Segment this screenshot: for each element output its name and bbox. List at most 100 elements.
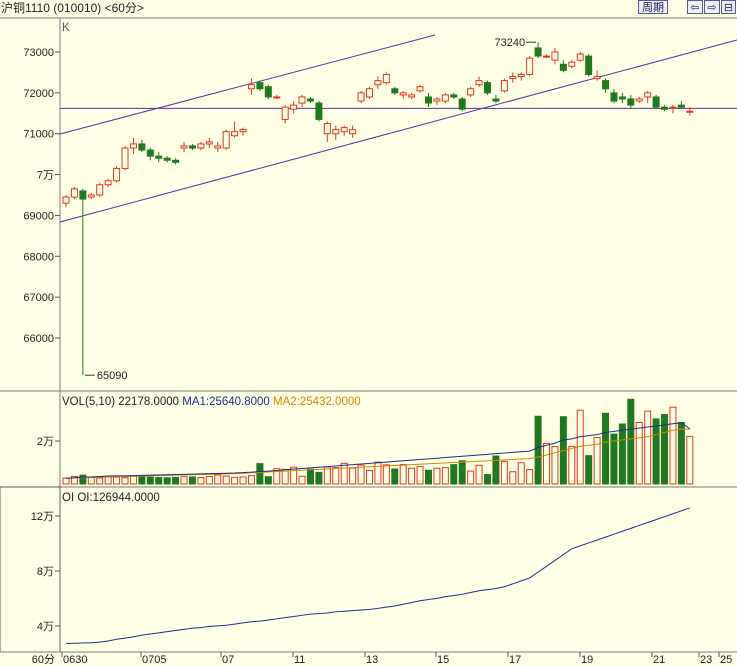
time-tick-label: 23 (700, 654, 712, 666)
oi-tick-label: 12万 (31, 511, 54, 523)
candle-body (188, 145, 196, 149)
volume-ma1: MA1:25640.8000 (182, 396, 270, 408)
price-tick-label: 68000 (23, 251, 54, 263)
volume-bar (644, 410, 652, 485)
candle-body (281, 106, 289, 120)
candle-body (576, 53, 584, 61)
candle-body (559, 63, 567, 71)
price-tick-label: 7万 (37, 170, 54, 182)
candle-body (340, 127, 348, 133)
time-tick-label: 0630 (63, 654, 87, 666)
volume-bar (424, 469, 432, 485)
volume-ma2: MA2:25432.0000 (273, 396, 361, 408)
candle-body (526, 57, 534, 75)
candle-body (62, 196, 70, 204)
volume-bar (315, 471, 323, 485)
volume-bar (669, 406, 677, 485)
candle-body (534, 47, 542, 57)
volume-info: VOL(5,10) 22178.0000 MA1:25640.8000 MA2:… (62, 395, 361, 409)
candle-body (155, 155, 163, 159)
candle-body (239, 129, 247, 133)
candle-body (273, 96, 281, 99)
candle-body (618, 96, 626, 100)
candle-body (214, 145, 222, 149)
candle-body (374, 80, 382, 86)
candle-body (433, 98, 441, 102)
volume-bar (197, 477, 205, 485)
volume-bar (450, 464, 458, 485)
volume-bars: 2万 (37, 398, 694, 485)
volume-bar (247, 475, 255, 485)
volume-bar (306, 468, 314, 485)
candle-body (231, 131, 239, 137)
oi-tick-label: 8万 (37, 566, 54, 578)
candle-body (500, 80, 508, 92)
time-axis: 60分 0630 0705 07 11 13 15 17 19 21 23 25 (32, 652, 732, 666)
volume-bar (62, 477, 70, 485)
time-tick-label: 17 (509, 654, 521, 666)
volume-bar (121, 477, 129, 485)
volume-bar (543, 442, 551, 485)
time-tick-label: 15 (437, 654, 449, 666)
candle-body (585, 55, 593, 75)
low-marker-label: 65090 (97, 370, 128, 382)
volume-bar (602, 412, 610, 485)
candle-body (391, 88, 399, 94)
trend-lines (59, 34, 737, 223)
candle-body (627, 98, 635, 106)
stock-chart-svg[interactable]: 73000 72000 71000 7万 69000 68000 67000 66000 73… (0, 0, 737, 666)
volume-bar (441, 467, 449, 485)
price-axis: 73000 72000 71000 7万 69000 68000 67000 66000 (23, 47, 60, 345)
volume-bar (500, 460, 508, 485)
volume-bar (214, 474, 222, 485)
time-tick-label: 0705 (142, 654, 166, 666)
volume-bar (340, 462, 348, 485)
volume-bar (652, 418, 660, 485)
volume-bar (332, 467, 340, 485)
candle-body (484, 82, 491, 94)
candle-body (306, 98, 314, 102)
candle-body (349, 129, 357, 135)
candle-body (450, 94, 458, 98)
price-tick-label: 66000 (23, 333, 54, 345)
volume-bar (298, 475, 306, 485)
volume-bar (408, 467, 416, 485)
time-tick-label: 19 (581, 654, 593, 666)
candle-body (644, 92, 652, 98)
candle-body (424, 96, 432, 104)
volume-bar (458, 460, 466, 485)
candle-body (602, 80, 610, 90)
candlestick-series (62, 42, 694, 376)
candle-body (593, 76, 601, 80)
k-label: K (62, 22, 70, 34)
volume-bar (180, 476, 188, 485)
volume-tick-label: 2万 (37, 436, 54, 448)
candle-body (315, 102, 323, 120)
candle-body (357, 92, 365, 102)
panel-frames (0, 17, 737, 653)
volume-bar (382, 464, 390, 485)
volume-bar (433, 467, 441, 485)
volume-bar (467, 470, 475, 485)
price-tick-label: 67000 (23, 292, 54, 304)
volume-bar (256, 463, 264, 485)
volume-bar (239, 476, 247, 485)
volume-bar (163, 477, 171, 485)
candle-body (247, 84, 255, 90)
volume-bar (526, 469, 534, 485)
volume-bar (264, 476, 272, 485)
candle-body (180, 145, 188, 149)
volume-bar (222, 475, 230, 485)
candle-body (399, 92, 407, 96)
candle-body (492, 98, 500, 102)
candle-body (669, 106, 677, 109)
candle-body (568, 61, 576, 67)
candle-body (408, 94, 416, 98)
volume-bar (484, 474, 491, 485)
candle-body (87, 194, 95, 198)
candle-body (686, 110, 694, 113)
candle-body (517, 73, 525, 78)
volume-bar (349, 467, 357, 485)
candle-body (382, 73, 390, 84)
volume-bar (357, 464, 365, 485)
